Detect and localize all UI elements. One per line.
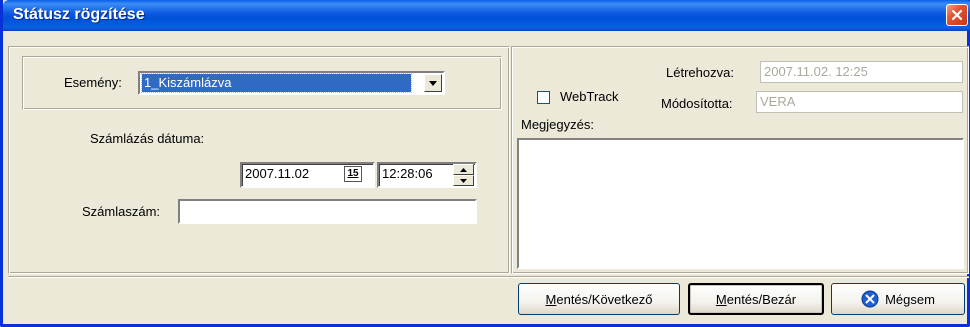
chevron-down-icon [429,80,437,86]
arrow-up-icon [460,167,467,172]
modified-label: Módosította: [661,96,733,111]
spin-down-button[interactable] [453,175,474,186]
cancel-icon [861,290,879,308]
window-title: Státusz rögzítése [13,6,145,23]
billing-date-label: Számlázás dátuma: [90,131,205,146]
webtrack-checkbox[interactable] [537,91,550,104]
cancel-label: Mégsem [885,291,935,307]
close-icon [951,9,963,21]
invoice-number-label: Számlaszám: [82,204,161,219]
close-button[interactable] [946,4,968,26]
event-select[interactable]: 1_Kiszámlázva [138,71,445,95]
arrow-down-icon [460,178,467,183]
created-label: Létrehozva: [666,65,734,80]
time-value: 12:28:06 [382,166,433,181]
dropdown-arrow-button[interactable] [424,74,442,92]
spin-up-button[interactable] [453,164,474,175]
status-dialog: Státusz rögzítése Esemény: 1_Kiszámlázva… [0,0,970,327]
invoice-number-input[interactable] [178,199,477,224]
title-bar[interactable]: Státusz rögzítése [3,0,970,31]
created-field: 2007.11.02. 12:25 [760,61,963,83]
modified-field: VERA [756,91,963,113]
event-select-value: 1_Kiszámlázva [141,73,412,93]
save-close-button[interactable]: Mentés/Bezár [688,283,824,315]
cancel-button[interactable]: Mégsem [831,283,965,315]
bottom-separator [8,276,969,278]
notes-textarea[interactable] [517,138,964,269]
notes-label: Megjegyzés: [521,117,594,132]
save-next-button[interactable]: Mentés/Következő [518,283,680,315]
calendar-icon[interactable]: 15 [344,166,362,182]
date-value: 2007.11.02 [245,166,310,181]
time-spinner[interactable] [453,164,474,186]
webtrack-label[interactable]: WebTrack [560,89,619,104]
event-label: Esemény: [64,75,122,90]
